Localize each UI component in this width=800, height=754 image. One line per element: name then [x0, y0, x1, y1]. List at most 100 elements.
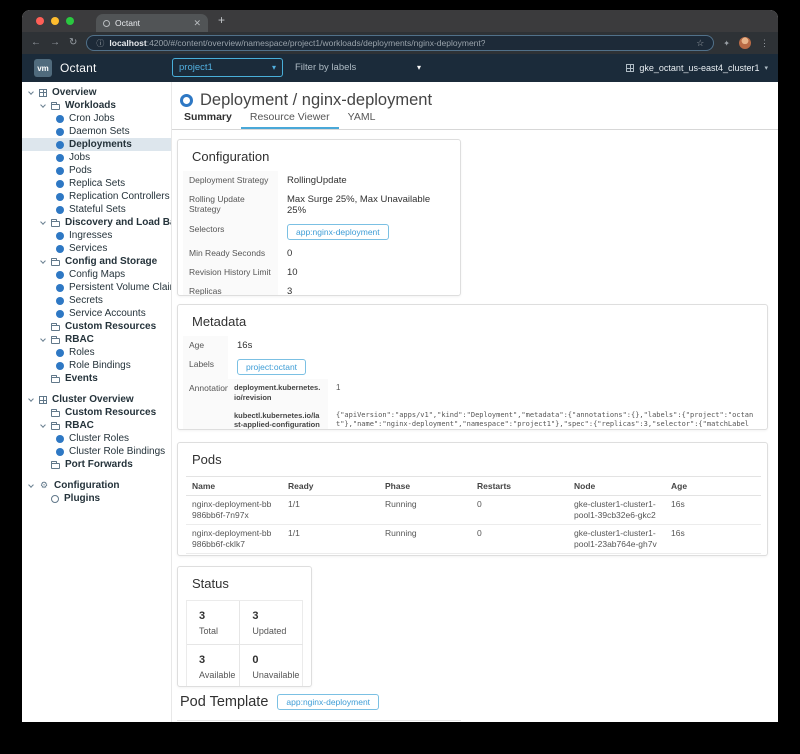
url-bar[interactable]: ⓘ localhost:4200/#/content/overview/name… [86, 35, 714, 51]
pods-column-ready: Ready [282, 477, 379, 496]
sidebar-item-cluster-role-bindings[interactable]: Cluster Role Bindings [22, 445, 171, 458]
label-filter-input[interactable]: Filter by labels ▾ [295, 58, 425, 77]
fullscreen-window-button[interactable] [66, 17, 74, 25]
sidebar-item-label: Deployments [69, 139, 132, 150]
pod-template-section: Pod Template app:nginx-deployment [180, 694, 379, 710]
pod-name-link[interactable]: nginx-deployment-bb986bb6f-7n97x [186, 496, 282, 525]
sidebar: OverviewWorkloads Cron Jobs Daemon Sets Dep… [22, 82, 172, 722]
browser-toolbar: ← → ↻ ⓘ localhost:4200/#/content/overvie… [22, 32, 778, 54]
sidebar-item-label: Workloads [65, 100, 116, 111]
folder-icon [51, 221, 60, 227]
url-path: :4200/#/content/overview/namespace/proje… [147, 38, 486, 48]
selector-tag[interactable]: app:nginx-deployment [287, 224, 389, 240]
tab-yaml[interactable]: YAML [339, 109, 385, 129]
sidebar-item-daemon-sets[interactable]: Daemon Sets [22, 125, 171, 138]
sidebar-item-configuration[interactable]: ⚙Configuration [22, 479, 171, 492]
sidebar-item-discovery-and-load-balancing[interactable]: Discovery and Load Balancing [22, 216, 171, 229]
dot-icon [56, 206, 64, 214]
back-icon[interactable]: ← [31, 38, 41, 48]
chevron-down-icon [28, 396, 34, 402]
tab-resource-viewer[interactable]: Resource Viewer [241, 109, 339, 129]
folder-icon [51, 260, 60, 266]
pod-name-link[interactable]: nginx-deployment-bb986bb6f-cklk7 [186, 525, 282, 554]
dot-icon [56, 167, 64, 175]
tab-summary[interactable]: Summary [175, 109, 241, 129]
sidebar-item-rbac[interactable]: RBAC [22, 419, 171, 432]
sidebar-item-label: Services [69, 243, 107, 254]
sidebar-item-config-maps[interactable]: Config Maps [22, 268, 171, 281]
sidebar-item-services[interactable]: Services [22, 242, 171, 255]
folder-icon [51, 377, 60, 383]
forward-icon[interactable]: → [50, 38, 60, 48]
sidebar-item-deployments[interactable]: Deployments [22, 138, 171, 151]
sidebar-item-custom-resources[interactable]: Custom Resources [22, 320, 171, 333]
sidebar-item-label: Ingresses [69, 230, 112, 241]
annotation-row: kubectl.kubernetes.io/last-applied-confi… [228, 407, 762, 431]
config-value: 0 [278, 244, 455, 263]
sidebar-item-events[interactable]: Events [22, 372, 171, 385]
sidebar-item-ingresses[interactable]: Ingresses [22, 229, 171, 242]
app-icon [39, 89, 47, 97]
site-info-icon[interactable]: ⓘ [96, 38, 104, 49]
config-value: Max Surge 25%, Max Unavailable 25% [278, 190, 455, 220]
sidebar-item-label: Cluster Overview [52, 394, 134, 405]
sidebar-item-cluster-roles[interactable]: Cluster Roles [22, 432, 171, 445]
sidebar-item-overview[interactable]: Overview [22, 86, 171, 99]
sidebar-item-plugins[interactable]: Plugins [22, 492, 171, 505]
sidebar-item-replication-controllers[interactable]: Replication Controllers [22, 190, 171, 203]
status-cell-total: 3Total [187, 601, 240, 645]
minimize-window-button[interactable] [51, 17, 59, 25]
sidebar-item-rbac[interactable]: RBAC [22, 333, 171, 346]
sidebar-item-persistent-volume-claims[interactable]: Persistent Volume Claims [22, 281, 171, 294]
sidebar-item-service-accounts[interactable]: Service Accounts [22, 307, 171, 320]
config-row-revision-history-limit: Revision History Limit10 [183, 263, 455, 282]
tab-bar: SummaryResource ViewerYAML [172, 112, 778, 130]
extension-icon[interactable]: ✦ [723, 39, 730, 48]
tab-title: Octant [115, 18, 188, 28]
sidebar-item-secrets[interactable]: Secrets [22, 294, 171, 307]
sidebar-item-label: Daemon Sets [69, 126, 130, 137]
sidebar-item-config-and-storage[interactable]: Config and Storage [22, 255, 171, 268]
sidebar-item-jobs[interactable]: Jobs [22, 151, 171, 164]
context-value: gke_octant_us-east4_cluster1 [639, 63, 759, 73]
sidebar-item-roles[interactable]: Roles [22, 346, 171, 359]
reload-icon[interactable]: ↻ [69, 38, 77, 48]
metadata-card-title: Metadata [178, 305, 767, 336]
pod-name-link[interactable]: nginx-deployment-bb986bb6f-s2ckr [186, 554, 282, 556]
dot-icon [56, 362, 64, 370]
sidebar-item-role-bindings[interactable]: Role Bindings [22, 359, 171, 372]
namespace-selector[interactable]: project1 ▾ [172, 58, 283, 77]
pod-template-selector-tag[interactable]: app:nginx-deployment [277, 694, 379, 710]
bookmark-star-icon[interactable]: ☆ [696, 38, 704, 49]
metadata-card: Metadata Age 16s Labels project:octant A… [177, 304, 768, 430]
context-selector[interactable]: gke_octant_us-east4_cluster1 ▾ [626, 54, 768, 82]
sidebar-item-replica-sets[interactable]: Replica Sets [22, 177, 171, 190]
tab-close-icon[interactable]: ✕ [193, 19, 201, 28]
browser-menu-icon[interactable]: ⋮ [760, 38, 769, 49]
sidebar-item-port-forwards[interactable]: Port Forwards [22, 458, 171, 471]
folder-icon [51, 463, 60, 469]
dot-icon [56, 141, 64, 149]
sidebar-item-cron-jobs[interactable]: Cron Jobs [22, 112, 171, 125]
pods-column-age: Age [665, 477, 761, 496]
config-label: Min Ready Seconds [183, 244, 278, 263]
new-tab-button[interactable]: + [218, 13, 225, 27]
label-tag[interactable]: project:octant [237, 359, 306, 375]
sidebar-item-pods[interactable]: Pods [22, 164, 171, 177]
browser-tab[interactable]: Octant ✕ [96, 14, 208, 32]
chevron-down-icon [28, 482, 34, 488]
sidebar-item-cluster-overview[interactable]: Cluster Overview [22, 393, 171, 406]
sidebar-item-label: Custom Resources [65, 321, 156, 332]
pod-cell-restarts: 0 [471, 496, 568, 525]
profile-avatar[interactable] [739, 37, 751, 49]
sidebar-item-custom-resources[interactable]: Custom Resources [22, 406, 171, 419]
url-host: localhost [109, 38, 146, 48]
vmware-logo: vm [34, 59, 52, 77]
sidebar-item-stateful-sets[interactable]: Stateful Sets [22, 203, 171, 216]
browser-window: Octant ✕ + ← → ↻ ⓘ localhost:4200/#/cont… [22, 10, 778, 722]
sidebar-item-label: Cron Jobs [69, 113, 115, 124]
status-cell-unavailable: 0Unavailable [240, 645, 303, 687]
close-window-button[interactable] [36, 17, 44, 25]
pods-table: NameReadyPhaseRestartsNodeAge nginx-depl… [186, 476, 761, 556]
sidebar-item-workloads[interactable]: Workloads [22, 99, 171, 112]
